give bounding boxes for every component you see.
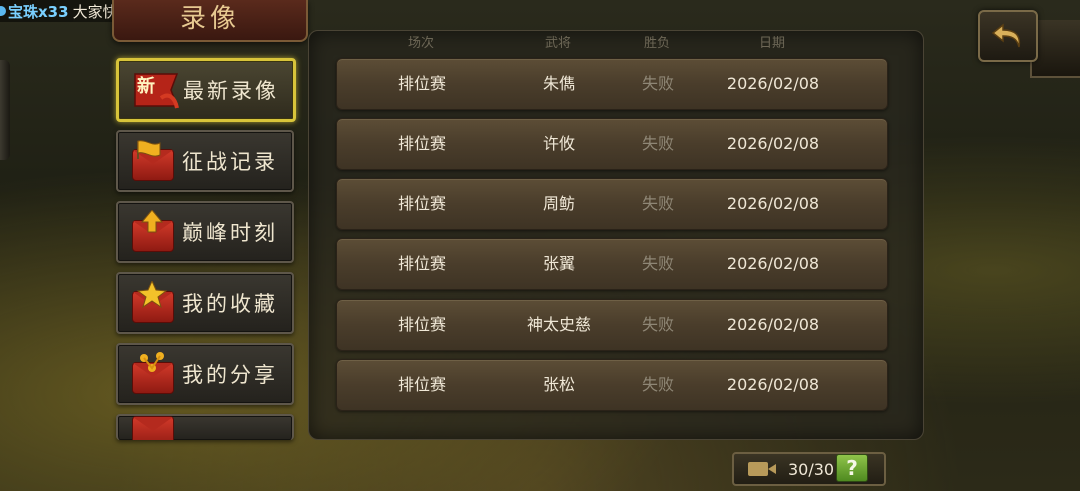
row-mode: 排位赛	[397, 375, 447, 394]
row-general: 朱儁	[542, 74, 576, 93]
star-envelope-icon	[130, 281, 176, 325]
row-general: 周鲂	[542, 194, 576, 213]
menu-label: 征战记录	[182, 150, 278, 174]
replay-row[interactable]: 排位赛 许攸 失败 2026/02/08	[336, 118, 888, 170]
row-mode: 排位赛	[397, 134, 447, 153]
row-result: 失败	[641, 74, 675, 93]
row-result: 失败	[641, 375, 675, 394]
row-result: 失败	[641, 134, 675, 153]
flag-envelope-icon	[130, 139, 176, 183]
share-envelope-icon	[130, 352, 176, 396]
row-general: 张松	[542, 375, 576, 394]
menu-label: 我的分享	[182, 363, 278, 387]
column-header-mode: 场次	[407, 36, 435, 51]
row-general: 张翼	[542, 254, 576, 273]
replay-row[interactable]: 排位赛 张翼 失败 2026/02/08	[336, 238, 888, 290]
storage-count: 30/30	[788, 459, 835, 479]
row-mode: 排位赛	[397, 254, 447, 273]
side-tab-handle[interactable]	[0, 60, 10, 160]
row-mode: 排位赛	[397, 194, 447, 213]
column-header-general: 武将	[544, 36, 572, 51]
menu-peak-moments[interactable]: 巅峰时刻	[116, 201, 294, 263]
menu-my-favorites[interactable]: 我的收藏	[116, 272, 294, 334]
menu-latest-replays[interactable]: 新 最新录像	[116, 58, 296, 122]
row-result: 失败	[641, 315, 675, 334]
replay-row[interactable]: 排位赛 神太史慈 失败 2026/02/08	[336, 299, 888, 351]
new-badge-icon: 新	[131, 68, 179, 112]
row-mode: 排位赛	[397, 74, 447, 93]
replay-row[interactable]: 排位赛 张松 失败 2026/02/08	[336, 359, 888, 411]
menu-my-shares[interactable]: 我的分享	[116, 343, 294, 405]
row-date: 2026/02/08	[726, 375, 820, 394]
replay-row[interactable]: 排位赛 朱儁 失败 2026/02/08	[336, 58, 888, 110]
gem-icon	[0, 6, 6, 16]
page-title: 录像	[179, 3, 240, 34]
page-title-plate: 录像	[112, 0, 308, 42]
menu-battle-records[interactable]: 征战记录	[116, 130, 294, 192]
row-date: 2026/02/08	[726, 74, 820, 93]
row-date: 2026/02/08	[726, 254, 820, 273]
row-date: 2026/02/08	[726, 315, 820, 334]
video-camera-icon	[748, 462, 768, 476]
menu-item-partial-icon	[130, 416, 176, 440]
menu-label: 巅峰时刻	[182, 221, 278, 245]
replay-row[interactable]: 排位赛 周鲂 失败 2026/02/08	[336, 178, 888, 230]
row-result: 失败	[641, 194, 675, 213]
back-arrow-icon	[991, 23, 1021, 48]
ticker-highlight: 宝珠x33	[8, 2, 69, 21]
row-date: 2026/02/08	[726, 134, 820, 153]
back-button[interactable]	[978, 10, 1038, 62]
menu-label: 最新录像	[183, 79, 279, 103]
column-header-result: 胜负	[643, 36, 671, 51]
arrow-envelope-icon	[130, 210, 176, 254]
new-badge-label: 新	[137, 76, 155, 97]
menu-label: 我的收藏	[182, 292, 278, 316]
menu-item-partial[interactable]	[116, 414, 294, 440]
help-button[interactable]: ?	[836, 454, 868, 482]
row-mode: 排位赛	[397, 315, 447, 334]
row-result: 失败	[641, 254, 675, 273]
row-general: 神太史慈	[526, 315, 592, 334]
row-general: 许攸	[542, 134, 576, 153]
column-header-date: 日期	[758, 36, 786, 51]
row-date: 2026/02/08	[726, 194, 820, 213]
